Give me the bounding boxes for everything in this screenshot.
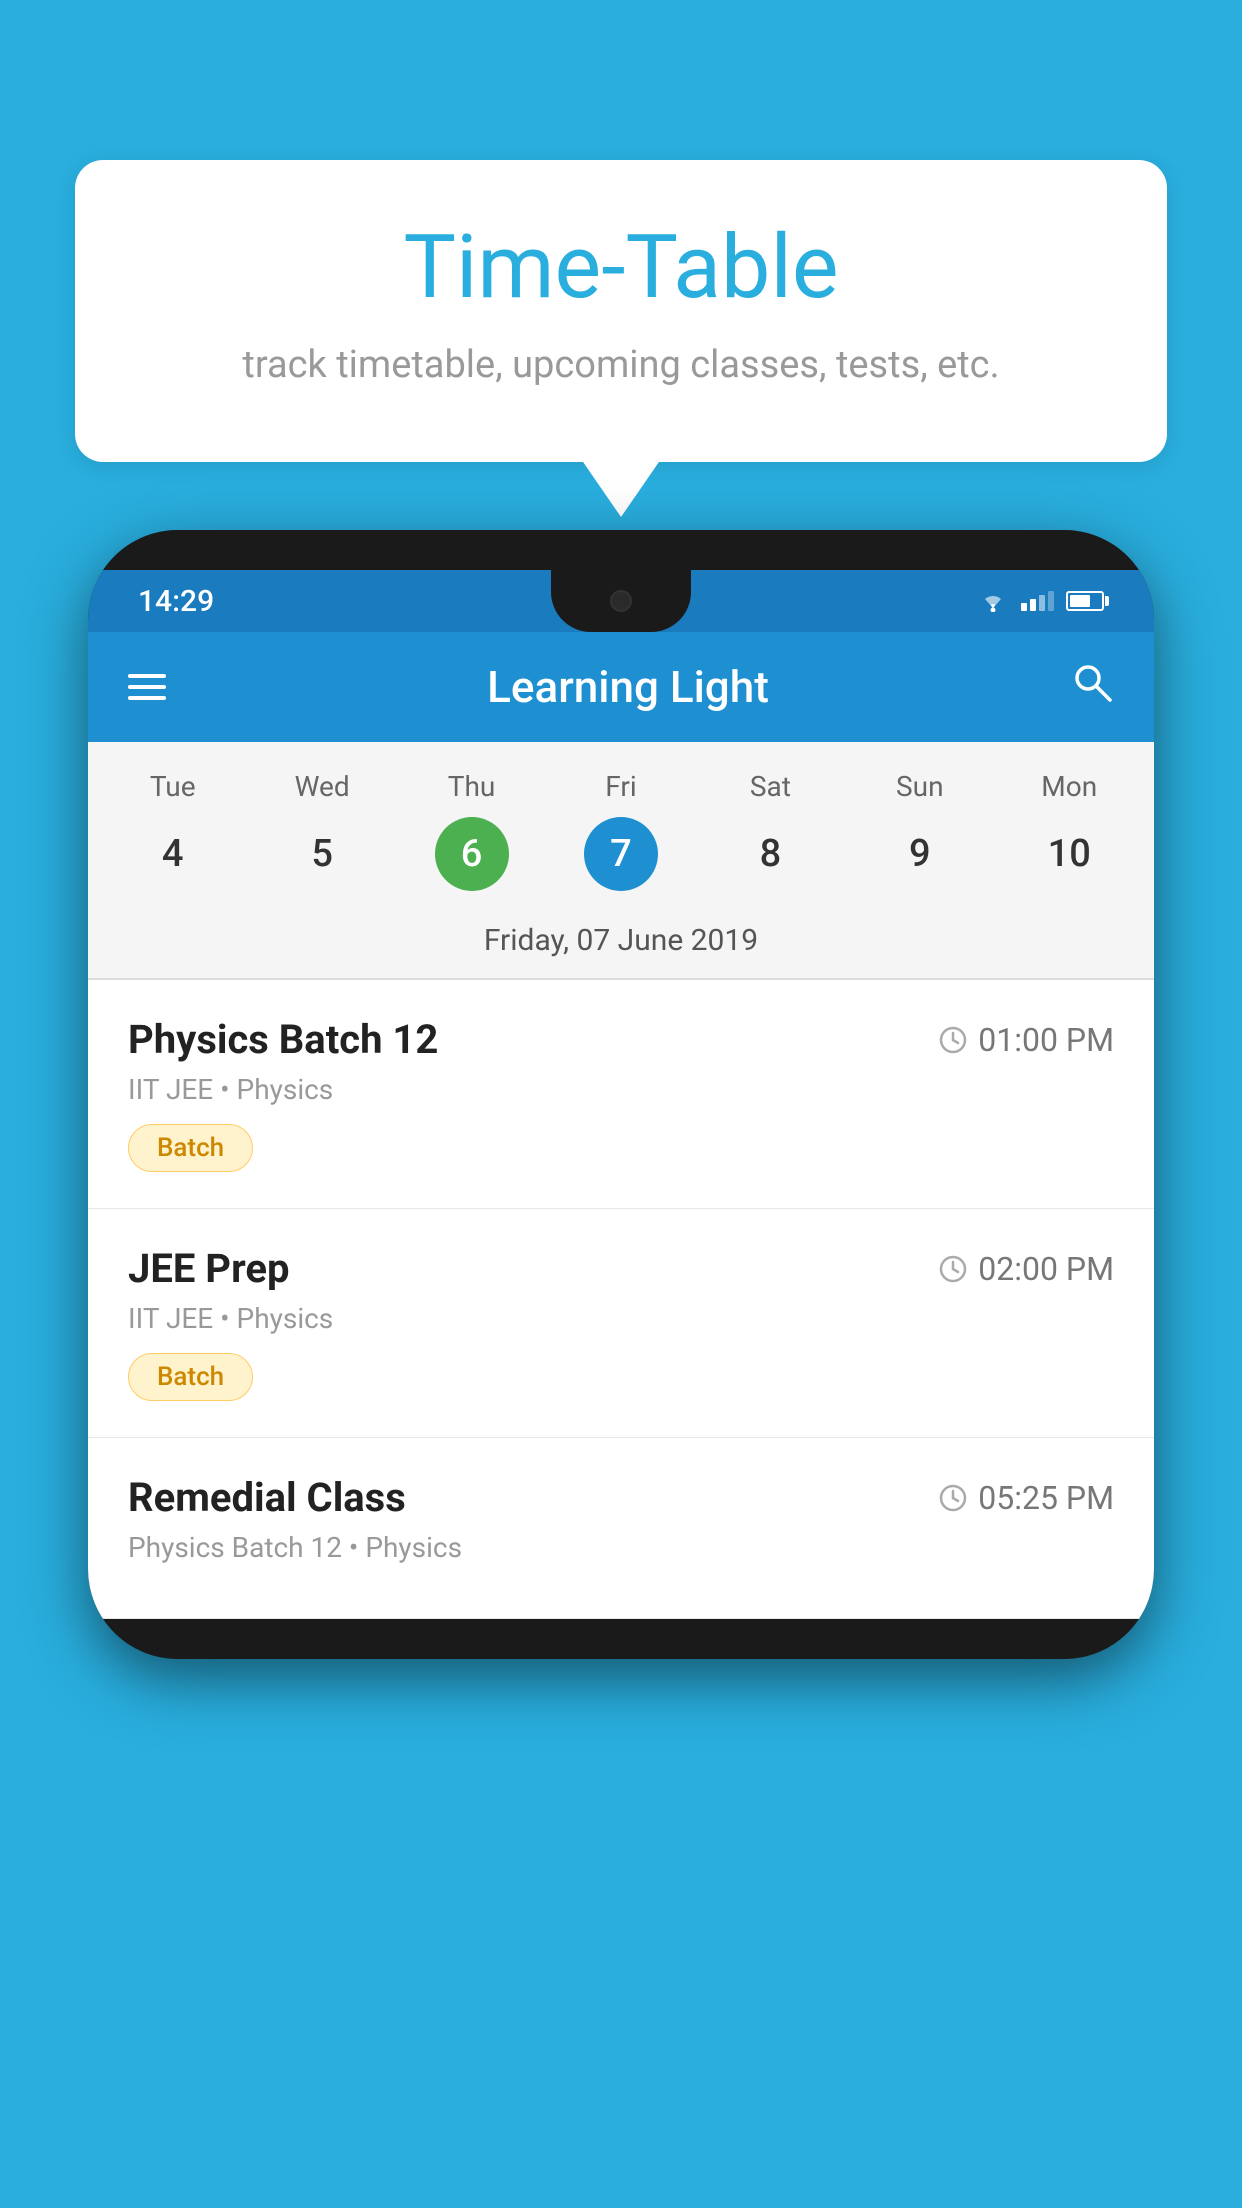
schedule-meta-1: IIT JEE • Physics [128, 1073, 1114, 1106]
status-time: 14:29 [138, 584, 214, 619]
calendar-strip: Tue 4 Wed 5 Thu 6 Fri 7 Sat 8 [88, 742, 1154, 978]
clock-icon-2 [938, 1254, 968, 1284]
day-num-sun[interactable]: 9 [883, 817, 957, 891]
day-name-thu: Thu [448, 770, 496, 803]
schedule-title-3: Remedial Class [128, 1474, 406, 1521]
selected-date-label: Friday, 07 June 2019 [98, 905, 1144, 978]
schedule-meta-3: Physics Batch 12 • Physics [128, 1531, 1114, 1564]
clock-icon-1 [938, 1025, 968, 1055]
status-bar: 14:29 [88, 570, 1154, 632]
day-col-sun[interactable]: Sun 9 [855, 770, 985, 891]
day-num-sat[interactable]: 8 [733, 817, 807, 891]
phone-frame: 14:29 [88, 530, 1154, 1659]
day-num-fri[interactable]: 7 [584, 817, 658, 891]
day-num-wed[interactable]: 5 [285, 817, 359, 891]
day-col-sat[interactable]: Sat 8 [705, 770, 835, 891]
notch [551, 570, 691, 632]
speech-bubble-subtitle: track timetable, upcoming classes, tests… [155, 339, 1087, 392]
battery-icon [1066, 591, 1104, 611]
schedule-time-3: 05:25 PM [938, 1479, 1114, 1517]
days-row: Tue 4 Wed 5 Thu 6 Fri 7 Sat 8 [98, 770, 1144, 891]
camera [610, 590, 632, 612]
app-bar: Learning Light [88, 632, 1154, 742]
day-num-tue[interactable]: 4 [136, 817, 210, 891]
day-num-mon[interactable]: 10 [1032, 817, 1106, 891]
day-col-fri[interactable]: Fri 7 [556, 770, 686, 891]
day-name-mon: Mon [1041, 770, 1097, 803]
schedule-title-2: JEE Prep [128, 1245, 289, 1292]
search-button[interactable] [1070, 660, 1114, 715]
schedule-time-text-1: 01:00 PM [978, 1021, 1114, 1059]
schedule-time-1: 01:00 PM [938, 1021, 1114, 1059]
schedule-item-2[interactable]: JEE Prep 02:00 PM IIT JEE • Physics Batc… [88, 1209, 1154, 1438]
day-col-thu[interactable]: Thu 6 [407, 770, 537, 891]
day-name-wed: Wed [295, 770, 350, 803]
day-name-tue: Tue [150, 770, 196, 803]
day-name-fri: Fri [605, 770, 636, 803]
phone-top-bezel [88, 530, 1154, 570]
day-col-tue[interactable]: Tue 4 [108, 770, 238, 891]
schedule-time-text-2: 02:00 PM [978, 1250, 1114, 1288]
day-col-mon[interactable]: Mon 10 [1004, 770, 1134, 891]
speech-bubble-container: Time-Table track timetable, upcoming cla… [75, 160, 1167, 462]
wifi-icon [977, 590, 1009, 612]
day-col-wed[interactable]: Wed 5 [257, 770, 387, 891]
batch-tag-2: Batch [128, 1353, 253, 1401]
schedule-item-3[interactable]: Remedial Class 05:25 PM Physics Batch 12… [88, 1438, 1154, 1619]
batch-tag-1: Batch [128, 1124, 253, 1172]
schedule-item-3-header: Remedial Class 05:25 PM [128, 1474, 1114, 1521]
day-num-thu[interactable]: 6 [435, 817, 509, 891]
schedule-item-2-header: JEE Prep 02:00 PM [128, 1245, 1114, 1292]
app-title: Learning Light [216, 661, 1040, 713]
schedule-item-1[interactable]: Physics Batch 12 01:00 PM IIT JEE • Phys… [88, 980, 1154, 1209]
schedule-time-2: 02:00 PM [938, 1250, 1114, 1288]
schedule-list: Physics Batch 12 01:00 PM IIT JEE • Phys… [88, 980, 1154, 1619]
day-name-sat: Sat [750, 770, 791, 803]
signal-icon [1021, 591, 1054, 611]
status-icons [977, 590, 1104, 612]
clock-icon-3 [938, 1483, 968, 1513]
speech-bubble: Time-Table track timetable, upcoming cla… [75, 160, 1167, 462]
schedule-item-1-header: Physics Batch 12 01:00 PM [128, 1016, 1114, 1063]
speech-bubble-title: Time-Table [155, 220, 1087, 317]
day-name-sun: Sun [896, 770, 944, 803]
schedule-meta-2: IIT JEE • Physics [128, 1302, 1114, 1335]
phone-bottom-bezel [88, 1619, 1154, 1659]
schedule-title-1: Physics Batch 12 [128, 1016, 438, 1063]
schedule-time-text-3: 05:25 PM [978, 1479, 1114, 1517]
hamburger-menu-button[interactable] [128, 674, 166, 700]
phone-wrapper: 14:29 [88, 530, 1154, 1659]
